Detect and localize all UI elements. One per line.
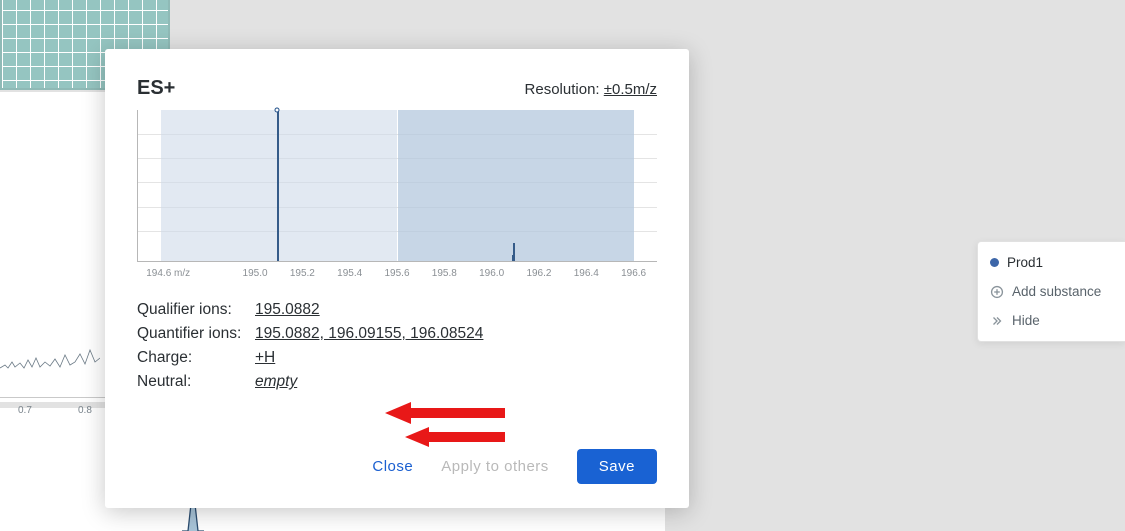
- qualifier-ions-value[interactable]: 195.0882: [255, 298, 320, 322]
- substances-panel: Prod1 Add substance Hide: [977, 241, 1125, 342]
- modal-title: ES+: [137, 77, 175, 100]
- substance-label: Prod1: [1007, 255, 1043, 270]
- neutral-label: Neutral:: [137, 370, 255, 394]
- hide-label: Hide: [1012, 313, 1040, 328]
- quantifier-ions-value[interactable]: 195.0882, 196.09155, 196.08524: [255, 322, 483, 346]
- charge-value[interactable]: +H: [255, 346, 275, 370]
- substance-item-prod1[interactable]: Prod1: [978, 248, 1125, 277]
- apply-to-others-button[interactable]: Apply to others: [441, 458, 549, 475]
- hide-panel-button[interactable]: Hide: [978, 306, 1125, 335]
- chevrons-right-icon: [990, 314, 1004, 328]
- annotation-arrow-charge: [385, 401, 505, 425]
- resolution-label: Resolution:: [525, 81, 604, 98]
- close-button[interactable]: Close: [372, 458, 413, 475]
- spectrum-marker: [274, 108, 279, 113]
- plus-circle-icon: [990, 285, 1004, 299]
- spectrum-chart[interactable]: [137, 110, 657, 262]
- spectrum-xaxis: 194.6 m/z 195.0 195.2 195.4 195.6 195.8 …: [137, 268, 657, 286]
- add-substance-button[interactable]: Add substance: [978, 277, 1125, 306]
- ion-info: Qualifier ions: 195.0882 Quantifier ions…: [137, 298, 657, 394]
- resolution-value[interactable]: ±0.5m/z: [604, 81, 657, 98]
- add-substance-label: Add substance: [1012, 284, 1101, 299]
- qualifier-label: Qualifier ions:: [137, 298, 255, 322]
- resolution-field[interactable]: Resolution: ±0.5m/z: [525, 81, 657, 98]
- neutral-value[interactable]: empty: [255, 370, 297, 394]
- spectrum-stick: [512, 255, 514, 261]
- save-button[interactable]: Save: [577, 449, 657, 484]
- quantifier-label: Quantifier ions:: [137, 322, 255, 346]
- ion-settings-modal: ES+ Resolution: ±0.5m/z 194.6 m/z 195.0 …: [105, 49, 689, 508]
- charge-label: Charge:: [137, 346, 255, 370]
- dot-icon: [990, 258, 999, 267]
- spectrum-stick: [277, 110, 279, 261]
